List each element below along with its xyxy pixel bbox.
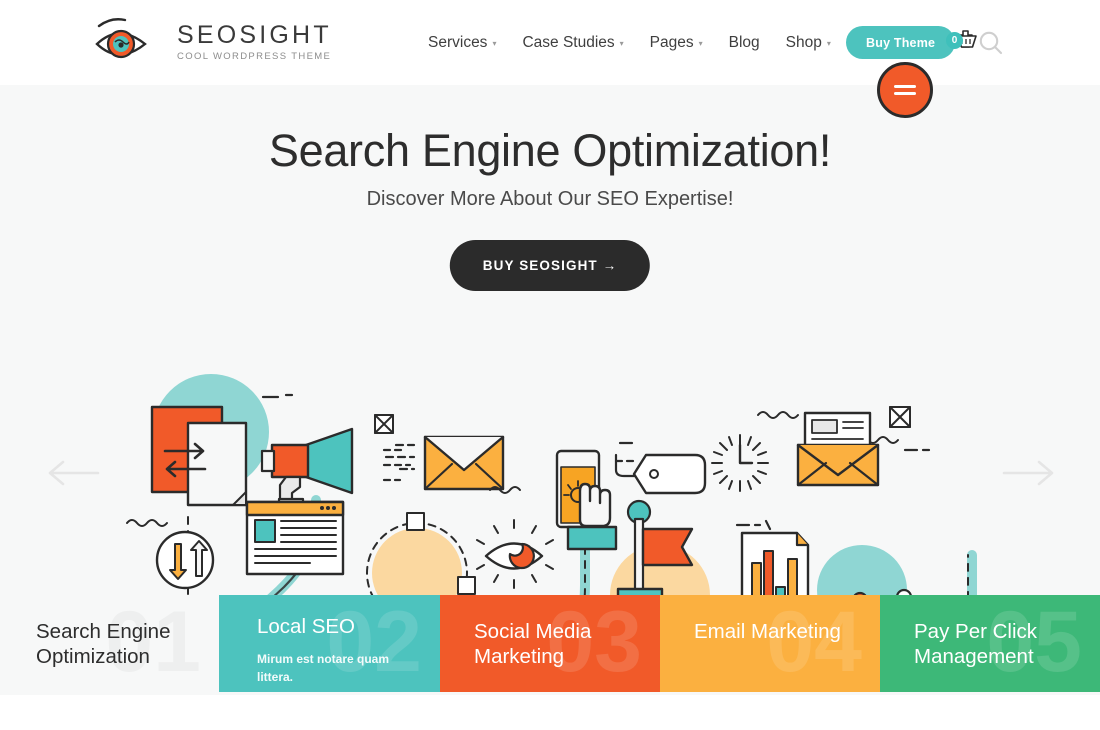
- chevron-down-icon: ▾: [826, 38, 831, 48]
- service-card-social-media[interactable]: 03 Social Media Marketing: [440, 595, 660, 692]
- card-title: Local SEO: [257, 615, 355, 638]
- eye-logo-icon: [95, 18, 147, 59]
- cart-button[interactable]: 0: [946, 28, 980, 58]
- buy-theme-button[interactable]: Buy Theme: [846, 26, 956, 59]
- hero-title: Search Engine Optimization!: [268, 125, 832, 176]
- nav-label: Shop: [785, 33, 822, 51]
- card-title: Email Marketing: [694, 620, 841, 643]
- hero-subtitle: Discover More About Our SEO Expertise!: [366, 188, 734, 210]
- nav-item-services[interactable]: Services ▾: [415, 35, 509, 51]
- nav-label: Blog: [728, 33, 760, 51]
- nav-item-pages[interactable]: Pages ▾: [637, 35, 716, 51]
- hamburger-icon-line: [894, 92, 916, 95]
- search-button[interactable]: [978, 30, 1004, 56]
- nav-item-shop[interactable]: Shop ▾: [773, 35, 844, 51]
- card-title: Pay Per Click Management: [914, 620, 1038, 668]
- chevron-down-icon: ▾: [698, 38, 703, 48]
- chevron-down-icon: ▾: [619, 38, 624, 48]
- site-header: SEOSIGHT COOL WORDPRESS THEME Services ▾…: [0, 0, 1100, 118]
- hamburger-icon: [894, 85, 916, 88]
- logo-subtitle: COOL WORDPRESS THEME: [177, 50, 332, 62]
- service-card-seo[interactable]: 01 Search Engine Optimization: [0, 595, 219, 692]
- logo-title: SEOSIGHT: [177, 21, 332, 50]
- cart-count-badge: 0: [946, 32, 963, 49]
- search-icon: [979, 31, 1003, 55]
- nav-item-blog[interactable]: Blog: [716, 35, 773, 51]
- menu-toggle-button[interactable]: [877, 62, 933, 118]
- nav-label: Services: [428, 33, 488, 51]
- service-card-ppc[interactable]: 05 Pay Per Click Management: [880, 595, 1100, 692]
- nav-item-case-studies[interactable]: Case Studies ▾: [509, 35, 636, 51]
- card-title: Search Engine Optimization: [36, 620, 171, 668]
- site-logo[interactable]: SEOSIGHT COOL WORDPRESS THEME: [95, 18, 332, 66]
- card-description: Mirum est notare quam littera.: [257, 652, 390, 684]
- card-title: Social Media Marketing: [474, 620, 592, 668]
- nav-label: Pages: [649, 33, 694, 51]
- service-card-local-seo[interactable]: 02 Local SEO Mirum est notare quam litte…: [219, 595, 440, 692]
- chevron-down-icon: ▾: [492, 38, 497, 48]
- service-card-email-marketing[interactable]: 04 Email Marketing: [660, 595, 880, 692]
- nav-label: Case Studies: [522, 33, 615, 51]
